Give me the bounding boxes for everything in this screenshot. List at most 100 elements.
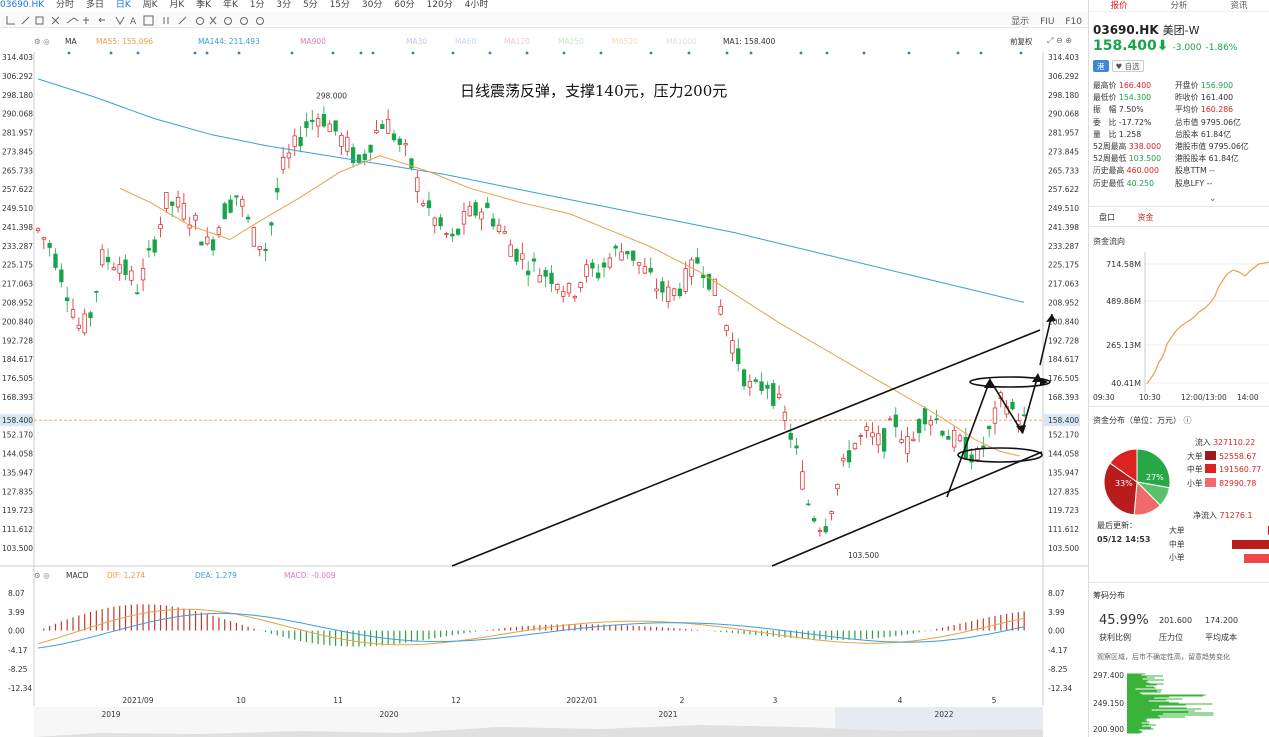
quote-row: 历史最高 460.000 股息TTM -- bbox=[1093, 166, 1215, 176]
capital-pie-chart[interactable]: 33% 27% bbox=[1091, 432, 1183, 532]
candle-body bbox=[782, 411, 788, 421]
lower-channel-line bbox=[771, 451, 1043, 567]
event-marker bbox=[862, 51, 866, 55]
macd-chart[interactable]: ⚙ ◎ MACD DIF: 1.274 DEA: 1.279 MACD: -0.009 8… bbox=[0, 566, 1088, 716]
candle-body bbox=[858, 435, 863, 437]
candle-body bbox=[146, 248, 152, 251]
candle-body bbox=[140, 268, 146, 281]
flow-y-tick: 489.86M bbox=[1106, 297, 1141, 306]
candle-body bbox=[193, 214, 198, 221]
hk-flag-icon: 港 bbox=[1093, 60, 1109, 72]
macd-y-tick-left: 3.99 bbox=[8, 608, 25, 617]
candle-body bbox=[181, 203, 187, 220]
candle-body bbox=[275, 187, 280, 193]
candle-body bbox=[811, 518, 817, 522]
macd-y-tick-right: -8.25 bbox=[1048, 665, 1068, 674]
arrowhead bbox=[1016, 425, 1026, 434]
candle-body bbox=[152, 239, 157, 253]
candle-body bbox=[625, 250, 630, 255]
candle-body bbox=[269, 222, 274, 226]
candle-body bbox=[70, 309, 76, 318]
chip-y-tick: 249.150 bbox=[1093, 699, 1124, 708]
candle-body bbox=[374, 130, 379, 134]
candle-body bbox=[957, 435, 963, 442]
y-tick-right: 176.505 bbox=[1048, 374, 1079, 383]
candle-body bbox=[502, 231, 507, 234]
event-marker bbox=[649, 51, 653, 55]
candle-body bbox=[216, 227, 222, 235]
candle-body bbox=[660, 281, 665, 293]
candle-body bbox=[123, 259, 128, 275]
chip-distribution-chart[interactable]: 297.400 249.150 200.900 bbox=[1089, 668, 1269, 737]
flow-x-tick: 10:30 bbox=[1139, 393, 1161, 402]
tab-news[interactable]: 资讯 bbox=[1209, 0, 1269, 11]
candle-body bbox=[485, 202, 490, 209]
candle-body bbox=[245, 216, 251, 220]
overview-year-label: 2019 bbox=[101, 710, 120, 719]
candle-body bbox=[117, 264, 122, 274]
candle-body bbox=[240, 199, 245, 207]
candle-body bbox=[175, 196, 181, 208]
candle-body bbox=[753, 379, 758, 382]
help-icon[interactable]: ⓘ bbox=[1184, 416, 1192, 425]
candle-body bbox=[41, 237, 46, 240]
pressure-label: 压力位 bbox=[1159, 633, 1183, 642]
y-tick-left: 111.612 bbox=[2, 525, 33, 534]
collapse-chevron-icon[interactable]: ⌄ bbox=[1209, 194, 1217, 204]
high-annotation: 298.000 bbox=[316, 92, 347, 101]
candle-body bbox=[852, 442, 858, 450]
candle-body bbox=[794, 445, 799, 449]
candle-body bbox=[234, 195, 239, 198]
candle-body bbox=[899, 439, 904, 443]
candle-body bbox=[946, 436, 951, 440]
tab-orderbook[interactable]: 盘口 bbox=[1099, 213, 1115, 222]
candle-body bbox=[881, 428, 887, 452]
low-annotation: 103.500 bbox=[848, 551, 879, 560]
inflow-large: 52558.67 bbox=[1219, 451, 1257, 461]
ma55-line bbox=[119, 155, 1021, 457]
candle-body bbox=[368, 144, 373, 153]
x-axis-label: 2022/01 bbox=[566, 696, 597, 705]
inflow-small: 82990.78 bbox=[1219, 478, 1257, 488]
candle-body bbox=[461, 211, 467, 225]
candle-body bbox=[76, 324, 81, 329]
event-marker bbox=[956, 51, 960, 55]
candle-body bbox=[251, 227, 257, 247]
flow-title: 资金流向 bbox=[1093, 237, 1125, 246]
quote-row: 量 比 1.258 总股本 61.84亿 bbox=[1093, 129, 1231, 139]
tab-analysis[interactable]: 分析 bbox=[1149, 0, 1209, 11]
tab-quote[interactable]: 报价 bbox=[1089, 0, 1149, 11]
candle-body bbox=[35, 228, 41, 231]
overview-navigator[interactable]: 2019 2020 2021 2022 bbox=[0, 707, 1088, 737]
candle-body bbox=[987, 425, 992, 430]
down-arrow-icon: ⬇ bbox=[1156, 38, 1169, 54]
candle-body bbox=[257, 246, 262, 250]
event-marker bbox=[205, 51, 209, 55]
y-tick-left: 152.170 bbox=[2, 431, 33, 440]
candle-body bbox=[759, 381, 764, 391]
candle-body bbox=[893, 414, 898, 428]
macd-histogram bbox=[43, 604, 1025, 647]
candle-body bbox=[426, 200, 432, 209]
event-marker bbox=[687, 51, 691, 55]
candle-body bbox=[543, 269, 548, 277]
inflow-table: 流入 327110.22 大单 52558.67 中单 191560.77 小单… bbox=[1187, 438, 1262, 488]
tab-capital[interactable]: 资金 bbox=[1138, 213, 1154, 222]
y-tick-right: 184.617 bbox=[1048, 355, 1079, 364]
add-favorite-button[interactable]: ♥ 自选 bbox=[1111, 60, 1144, 72]
upper-channel-line bbox=[451, 329, 1041, 567]
quote-row: 历史最低 40.250 股息LFY -- bbox=[1093, 178, 1213, 188]
x-axis-label: 10 bbox=[236, 696, 246, 705]
candle-body bbox=[934, 418, 939, 421]
event-marker bbox=[451, 51, 455, 55]
candle-body bbox=[129, 270, 134, 281]
event-marker bbox=[488, 51, 492, 55]
event-marker bbox=[825, 51, 829, 55]
candle-body bbox=[47, 242, 52, 248]
candle-body bbox=[315, 118, 321, 127]
candle-body bbox=[526, 270, 531, 276]
candle-body bbox=[724, 325, 729, 332]
candlestick-chart[interactable]: 314.403 314.403 306.292 306.292 298.180 298.1… bbox=[0, 0, 1088, 570]
capital-flow-chart[interactable]: 714.58M 489.86M 265.13M 40.41M 09:30 10:30 12:… bbox=[1089, 252, 1269, 404]
event-marker bbox=[1019, 51, 1023, 55]
